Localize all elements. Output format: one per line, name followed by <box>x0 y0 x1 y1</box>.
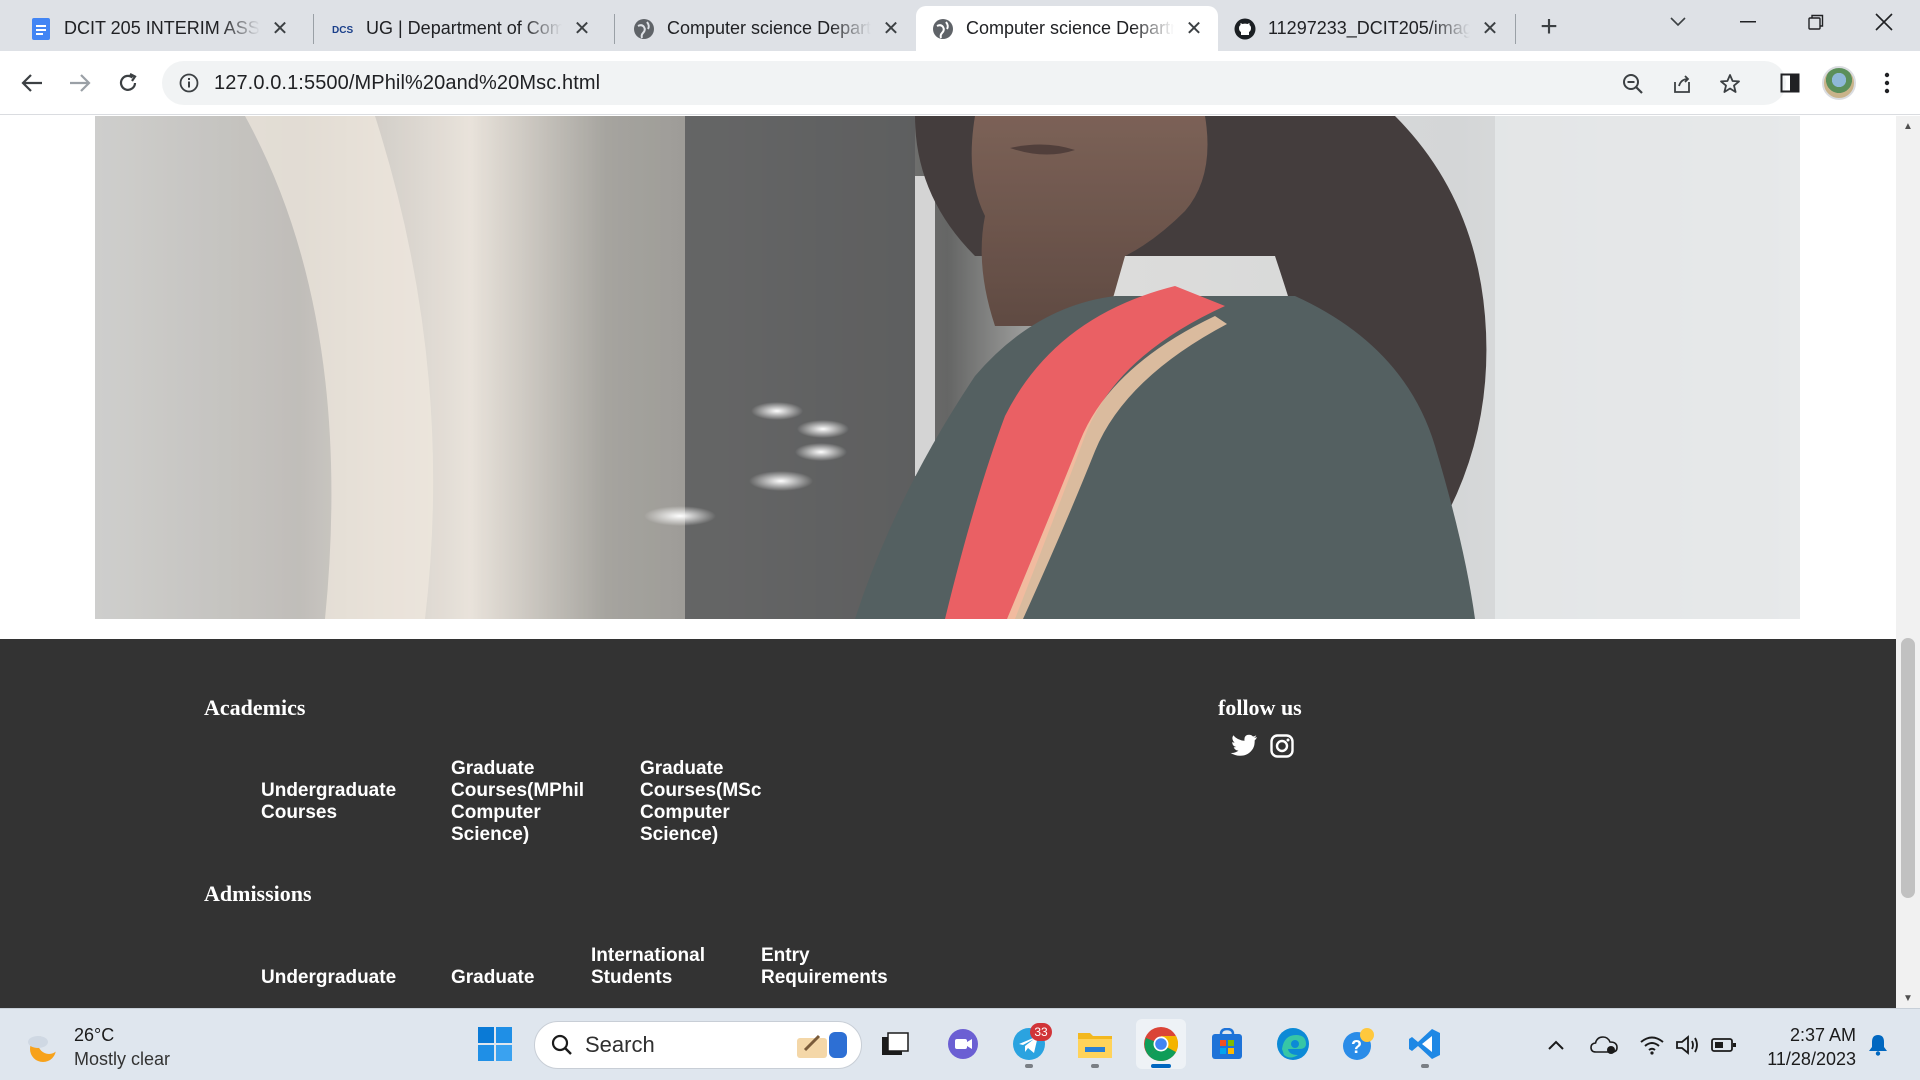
footer-link-graduate-mphil[interactable]: Graduate Courses(MPhil Computer Science) <box>451 758 601 846</box>
chrome-icon[interactable] <box>1136 1019 1186 1069</box>
page-scrollbar[interactable]: ▲ ▼ <box>1896 116 1920 1008</box>
tab-title: 11297233_DCIT205/images <box>1268 18 1470 38</box>
page-viewport: Academics Undergraduate Courses Graduate… <box>0 116 1896 1008</box>
footer-heading-follow-us: follow us <box>1218 695 1302 720</box>
tab-title: Computer science Department <box>667 18 871 38</box>
task-view-icon[interactable] <box>870 1019 920 1069</box>
tab-title: UG | Department of Computer Science <box>366 18 562 38</box>
tab-computer-science-1[interactable]: Computer science Department ✕ <box>617 6 915 51</box>
search-icon <box>551 1034 573 1056</box>
search-placeholder: Search <box>585 1032 655 1057</box>
system-clock[interactable]: 2:37 AM 11/28/2023 <box>1752 1023 1856 1071</box>
zoom-icon[interactable] <box>1621 72 1645 96</box>
start-button[interactable] <box>470 1019 520 1069</box>
file-explorer-icon[interactable] <box>1070 1019 1120 1069</box>
running-indicator-active <box>1151 1064 1171 1068</box>
back-button[interactable] <box>12 63 52 103</box>
teams-chat-icon[interactable] <box>938 1019 988 1069</box>
wifi-icon[interactable] <box>1638 1031 1666 1059</box>
close-icon[interactable]: ✕ <box>879 17 903 41</box>
help-tips-icon[interactable]: ? <box>1334 1019 1384 1069</box>
running-indicator <box>1025 1064 1033 1068</box>
footer-link-international-students[interactable]: International Students <box>591 945 721 989</box>
tab-github-images[interactable]: 11297233_DCIT205/images ✕ <box>1218 6 1514 51</box>
chevron-up-icon[interactable] <box>1542 1031 1570 1059</box>
menu-kebab-icon[interactable] <box>1867 63 1907 103</box>
tab-dcit205-assessment[interactable]: DCIT 205 INTERIM ASSESSMENT ✕ <box>14 6 304 51</box>
footer-heading-admissions: Admissions <box>204 881 312 906</box>
tab-ug-department[interactable]: DCS UG | Department of Computer Science … <box>316 6 606 51</box>
footer-heading-academics: Academics <box>204 695 306 720</box>
footer-link-admissions-undergraduate[interactable]: Undergraduate <box>261 967 421 989</box>
running-indicator <box>1091 1064 1099 1068</box>
github-icon <box>1234 18 1256 40</box>
url-text: 127.0.0.1:5500/MPhil%20and%20Msc.html <box>214 71 601 94</box>
clock-date: 11/28/2023 <box>1767 1049 1856 1069</box>
hero-graduate-image <box>95 116 1800 619</box>
footer-link-admissions-graduate[interactable]: Graduate <box>451 967 571 989</box>
scroll-up-arrow-icon[interactable]: ▲ <box>1896 116 1920 136</box>
tab-separator <box>313 14 314 44</box>
svg-text:DCS: DCS <box>332 25 353 35</box>
restore-button[interactable] <box>1788 0 1844 44</box>
profile-avatar[interactable] <box>1822 66 1856 100</box>
address-bar[interactable]: 127.0.0.1:5500/MPhil%20and%20Msc.html <box>162 61 1786 105</box>
new-tab-button[interactable]: + <box>1532 10 1566 44</box>
weather-condition: Mostly clear <box>74 1049 171 1069</box>
notification-bell-icon[interactable] <box>1864 1031 1892 1059</box>
scroll-down-arrow-icon[interactable]: ▼ <box>1896 988 1920 1008</box>
volume-icon[interactable] <box>1674 1031 1702 1059</box>
telegram-icon[interactable]: 33 <box>1004 1019 1054 1069</box>
ug-logo-icon: DCS <box>332 18 354 40</box>
share-icon[interactable] <box>1670 72 1694 96</box>
instagram-icon[interactable] <box>1266 730 1298 762</box>
reload-button[interactable] <box>108 63 148 103</box>
bookmark-star-icon[interactable] <box>1718 72 1742 96</box>
svg-text:?: ? <box>1351 1037 1362 1057</box>
footer-link-undergraduate-courses[interactable]: Undergraduate Courses <box>261 780 421 824</box>
tab-search-chevron-icon[interactable] <box>1650 0 1706 44</box>
close-icon[interactable]: ✕ <box>1182 17 1206 41</box>
microsoft-store-icon[interactable] <box>1202 1019 1252 1069</box>
footer-link-graduate-msc[interactable]: Graduate Courses(MSc Computer Science) <box>640 758 780 846</box>
scroll-thumb[interactable] <box>1901 638 1915 898</box>
twitter-icon[interactable] <box>1228 730 1260 762</box>
onedrive-icon[interactable] <box>1590 1031 1618 1059</box>
windows-taskbar: 26°C Mostly clear Search 33 ? 2:37 AM 11… <box>0 1008 1920 1080</box>
globe-icon <box>633 18 655 40</box>
close-icon[interactable]: ✕ <box>1478 17 1502 41</box>
minimize-button[interactable] <box>1720 0 1776 44</box>
running-indicator <box>1421 1064 1429 1068</box>
clock-time: 2:37 AM <box>1789 1025 1856 1045</box>
taskbar-search[interactable]: Search <box>534 1021 862 1069</box>
search-highlight-icon <box>791 1026 851 1069</box>
edge-icon[interactable] <box>1268 1019 1318 1069</box>
site-footer: Academics Undergraduate Courses Graduate… <box>0 639 1896 1008</box>
weather-temperature: 26°C <box>74 1025 115 1045</box>
battery-icon[interactable] <box>1710 1031 1738 1059</box>
weather-moon-cloud-icon <box>24 1028 62 1066</box>
globe-icon <box>932 18 954 40</box>
browser-toolbar: 127.0.0.1:5500/MPhil%20and%20Msc.html <box>0 51 1920 115</box>
tab-title: Computer science Department <box>966 18 1174 38</box>
google-docs-icon <box>30 17 52 40</box>
tab-title: DCIT 205 INTERIM ASSESSMENT <box>64 18 260 38</box>
tab-separator <box>1515 14 1516 44</box>
telegram-badge: 33 <box>1030 1023 1052 1041</box>
tab-computer-science-active[interactable]: Computer science Department ✕ <box>916 6 1218 51</box>
vscode-icon[interactable] <box>1400 1019 1450 1069</box>
browser-tab-strip: DCIT 205 INTERIM ASSESSMENT ✕ DCS UG | D… <box>0 0 1920 51</box>
weather-widget[interactable]: 26°C Mostly clear <box>24 1023 170 1071</box>
site-info-icon[interactable] <box>178 72 200 94</box>
footer-link-entry-requirements[interactable]: Entry Requirements <box>761 945 888 989</box>
side-panel-icon[interactable] <box>1770 63 1810 103</box>
forward-button[interactable] <box>60 63 100 103</box>
close-window-button[interactable] <box>1856 0 1912 44</box>
close-icon[interactable]: ✕ <box>268 17 292 41</box>
close-icon[interactable]: ✕ <box>570 17 594 41</box>
tab-separator <box>614 14 615 44</box>
